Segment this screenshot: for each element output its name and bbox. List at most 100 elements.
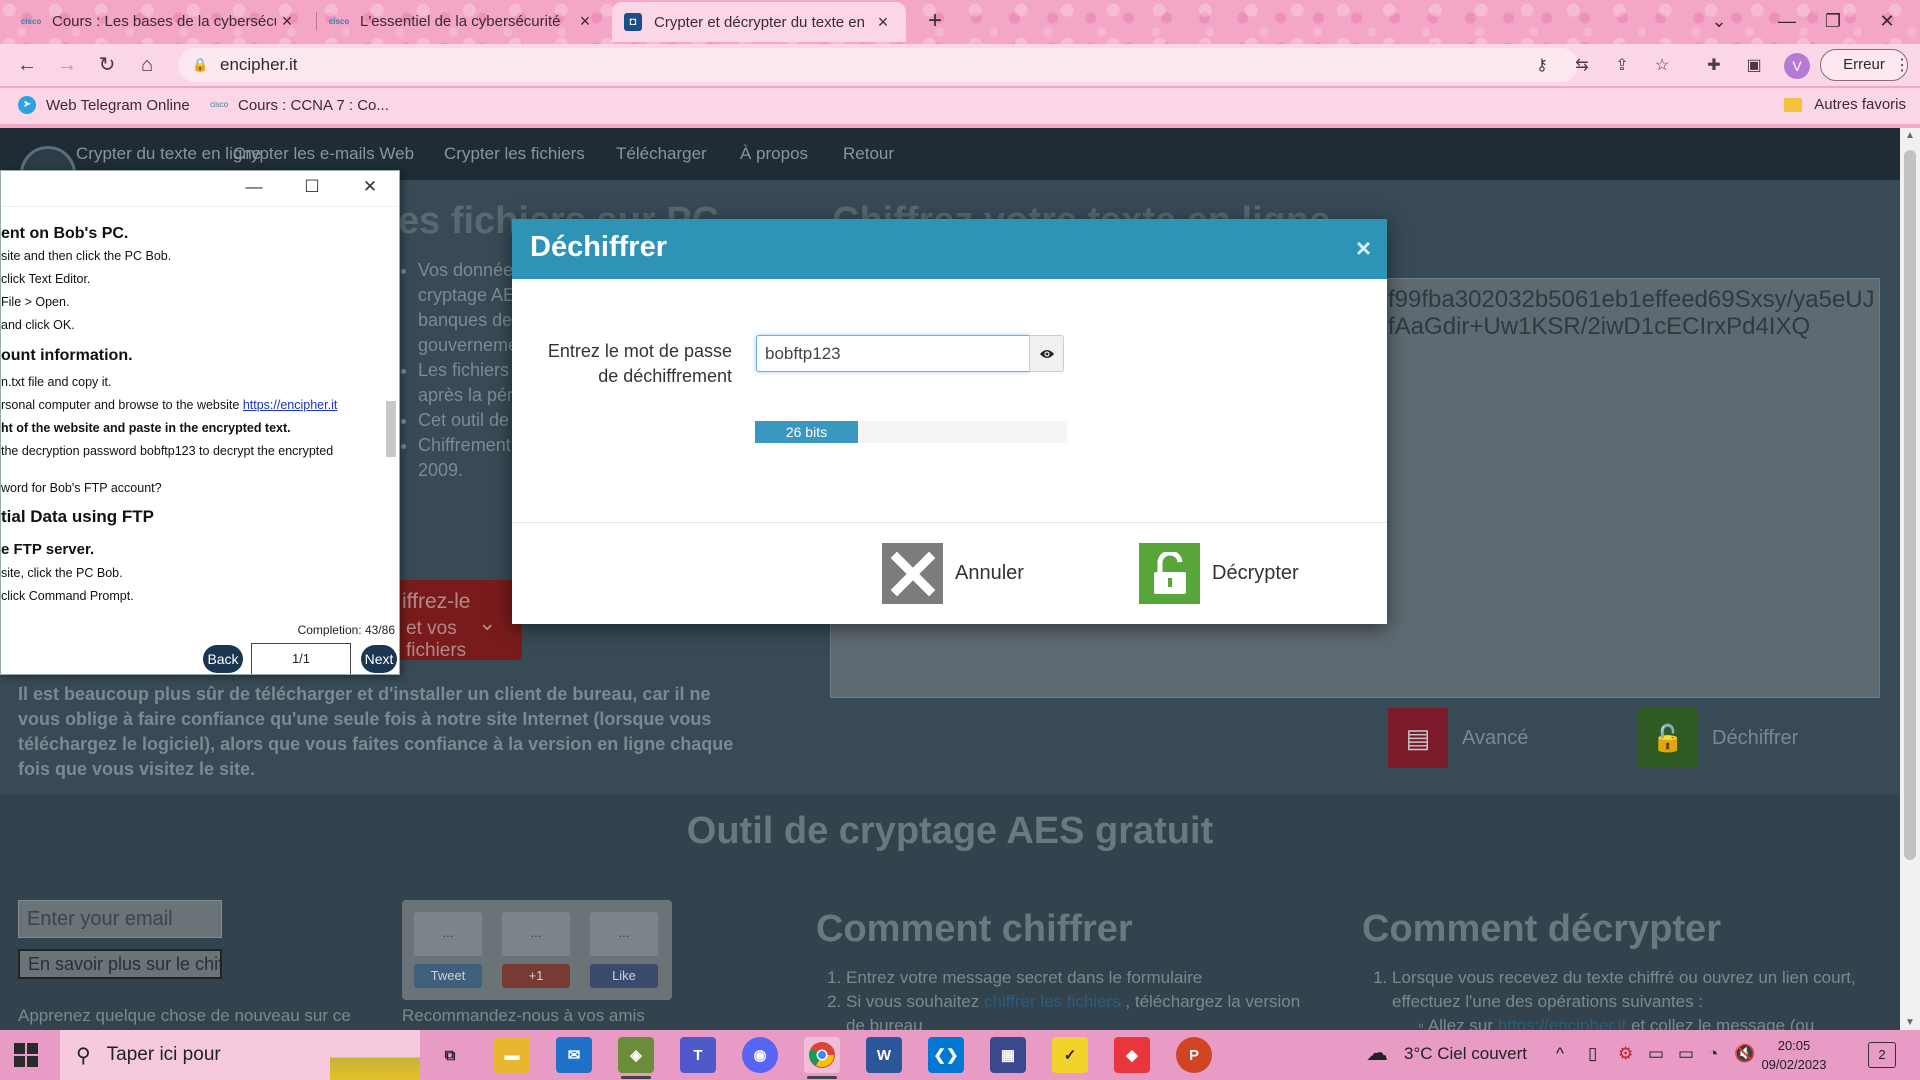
- todo-icon[interactable]: ✓: [1052, 1037, 1088, 1073]
- cancel-button[interactable]: Annuler: [882, 543, 1024, 604]
- maximize-button[interactable]: ☐: [297, 177, 327, 197]
- defender-icon[interactable]: ⚙: [1618, 1044, 1633, 1064]
- side-panel-icon[interactable]: ▣: [1742, 54, 1766, 78]
- device-icon[interactable]: ▯: [1588, 1044, 1597, 1064]
- tab-search-chevron-icon[interactable]: ⌄: [1696, 4, 1742, 38]
- tray-chevron-icon[interactable]: ^: [1556, 1044, 1564, 1064]
- windows-start-icon[interactable]: [14, 1043, 38, 1067]
- scroll-thumb[interactable]: [1904, 150, 1916, 860]
- page-number-field[interactable]: 1/1: [251, 643, 351, 674]
- tab-encipher[interactable]: ◘ Crypter et décrypter du texte en ×: [612, 2, 906, 42]
- decrypt-button[interactable]: Décrypter: [1139, 543, 1299, 604]
- browser-chrome: cisco Cours : Les bases de la cybersécu …: [0, 0, 1920, 128]
- minimize-button[interactable]: —: [1764, 4, 1810, 38]
- packet-tracer-icon[interactable]: ◈: [618, 1037, 654, 1073]
- tablet-icon[interactable]: ▭: [1648, 1044, 1664, 1064]
- encrypt-files-link[interactable]: chiffrer les fichiers: [984, 992, 1121, 1011]
- file-explorer-icon[interactable]: ▬: [494, 1037, 530, 1073]
- discord-icon[interactable]: ◉: [742, 1037, 778, 1073]
- instruction-line: ht of the website and paste in the encry…: [1, 421, 291, 435]
- home-icon[interactable]: ⌂: [132, 50, 162, 80]
- instructions-scrollbar[interactable]: [384, 211, 398, 611]
- new-tab-button[interactable]: +: [920, 6, 950, 36]
- instruction-question: word for Bob's FTP account?: [1, 481, 162, 495]
- profile-avatar[interactable]: V: [1784, 53, 1810, 79]
- tweet-button[interactable]: Tweet: [414, 964, 482, 988]
- task-view-icon[interactable]: ⧉: [432, 1037, 468, 1073]
- show-password-button[interactable]: [1029, 335, 1064, 372]
- reload-icon[interactable]: ↻: [92, 50, 122, 80]
- clock[interactable]: 20:05 09/02/2023: [1748, 1036, 1840, 1074]
- notification-center[interactable]: 2: [1868, 1042, 1896, 1068]
- nav-telecharger[interactable]: Télécharger: [616, 144, 707, 164]
- teams-icon[interactable]: T: [680, 1037, 716, 1073]
- advanced-button[interactable]: ▤ Avancé: [1388, 708, 1528, 768]
- word-icon[interactable]: W: [866, 1037, 902, 1073]
- tab-close-icon[interactable]: ×: [872, 12, 894, 33]
- forward-arrow-icon[interactable]: →: [52, 50, 82, 80]
- step-item: Lorsque vous recevez du texte chiffré ou…: [1392, 966, 1888, 1014]
- cancel-x-icon: [882, 543, 943, 604]
- tab-close-icon[interactable]: ×: [574, 11, 596, 32]
- password-label: Entrez le mot de passe de déchiffrement: [547, 341, 732, 386]
- cisco-icon: cisco: [328, 16, 350, 26]
- password-field[interactable]: bobftp123: [756, 335, 1030, 372]
- mail-icon[interactable]: ✉: [556, 1037, 592, 1073]
- battery-icon[interactable]: ▭: [1678, 1044, 1694, 1064]
- scroll-down-icon[interactable]: ▼: [1900, 1017, 1920, 1028]
- encipher-link[interactable]: https://encipher.it: [1498, 1016, 1627, 1030]
- decrypt-action-button[interactable]: 🔓 Déchiffrer: [1638, 708, 1798, 768]
- share-icon[interactable]: ⇪: [1610, 54, 1634, 78]
- close-icon[interactable]: ×: [1356, 233, 1371, 264]
- vscode-icon[interactable]: ❮❯: [928, 1037, 964, 1073]
- powerpoint-icon[interactable]: P: [1176, 1037, 1212, 1073]
- learn-more-button[interactable]: En savoir plus sur le chiff: [18, 949, 222, 979]
- unlock-icon: [1139, 543, 1200, 604]
- instruction-line: and click OK.: [1, 318, 75, 332]
- other-bookmarks[interactable]: Autres favoris: [1784, 96, 1906, 113]
- restore-button[interactable]: ❐: [1810, 4, 1856, 38]
- nav-crypter-emails[interactable]: Crypter les e-mails Web: [233, 144, 414, 164]
- tab-close-icon[interactable]: ×: [276, 11, 298, 32]
- download-cta-button[interactable]: iffrez-le et vos fichiers ⌄: [398, 580, 522, 661]
- next-button[interactable]: Next: [361, 645, 397, 673]
- nav-a-propos[interactable]: À propos: [740, 144, 808, 164]
- cisco-icon: cisco: [20, 16, 42, 26]
- recommend-text: Recommandez-nous à vos amis: [402, 1006, 645, 1025]
- extensions-icon[interactable]: ✚: [1702, 54, 1726, 78]
- plus-count: ...: [502, 912, 570, 956]
- nav-crypter-fichiers[interactable]: Crypter les fichiers: [444, 144, 585, 164]
- email-field[interactable]: Enter your email: [18, 900, 222, 938]
- nav-retour[interactable]: Retour: [843, 144, 894, 164]
- scroll-thumb[interactable]: [386, 401, 396, 457]
- translate-icon[interactable]: ⇆: [1570, 54, 1594, 78]
- chrome-icon[interactable]: [804, 1037, 840, 1073]
- weather-text[interactable]: 3°C Ciel couvert: [1404, 1044, 1527, 1064]
- bookmark-star-icon[interactable]: ☆: [1650, 54, 1674, 78]
- minimize-button[interactable]: —: [239, 177, 269, 197]
- scroll-up-icon[interactable]: ▲: [1900, 130, 1920, 141]
- taskbar-search[interactable]: ⚲ Taper ici pour: [60, 1030, 420, 1080]
- plus-one-button[interactable]: +1: [502, 964, 570, 988]
- instruction-line: the decryption password bobftp123 to dec…: [1, 444, 334, 458]
- like-button[interactable]: Like: [590, 964, 658, 988]
- tab-essentiel-cyber[interactable]: cisco L'essentiel de la cybersécurité ×: [318, 2, 608, 40]
- address-bar[interactable]: 🔒 encipher.it: [178, 48, 1578, 82]
- close-window-button[interactable]: ✕: [1864, 4, 1910, 38]
- weather-icon[interactable]: ☁: [1366, 1040, 1388, 1066]
- page-scrollbar[interactable]: ▲ ▼: [1900, 128, 1920, 1030]
- virtualbox-icon[interactable]: ▦: [990, 1037, 1026, 1073]
- running-indicator: [621, 1076, 651, 1079]
- tab-cours-cyber[interactable]: cisco Cours : Les bases de la cybersécu …: [10, 2, 310, 40]
- instructions-titlebar[interactable]: [1, 171, 399, 207]
- bookmark-ccna[interactable]: cisco Cours : CCNA 7 : Co...: [210, 96, 389, 114]
- back-button[interactable]: Back: [203, 645, 243, 673]
- menu-kebab-icon[interactable]: ⋮: [1890, 54, 1914, 78]
- back-arrow-icon[interactable]: ←: [12, 50, 42, 80]
- key-icon[interactable]: ⚷: [1530, 54, 1554, 78]
- wifi-icon[interactable]: ◔: [1708, 1044, 1718, 1064]
- anydesk-icon[interactable]: ◆: [1114, 1037, 1150, 1073]
- close-button[interactable]: ✕: [355, 177, 385, 197]
- encipher-link[interactable]: https://encipher.it: [243, 398, 338, 412]
- bookmark-telegram[interactable]: ➤ Web Telegram Online: [18, 96, 190, 114]
